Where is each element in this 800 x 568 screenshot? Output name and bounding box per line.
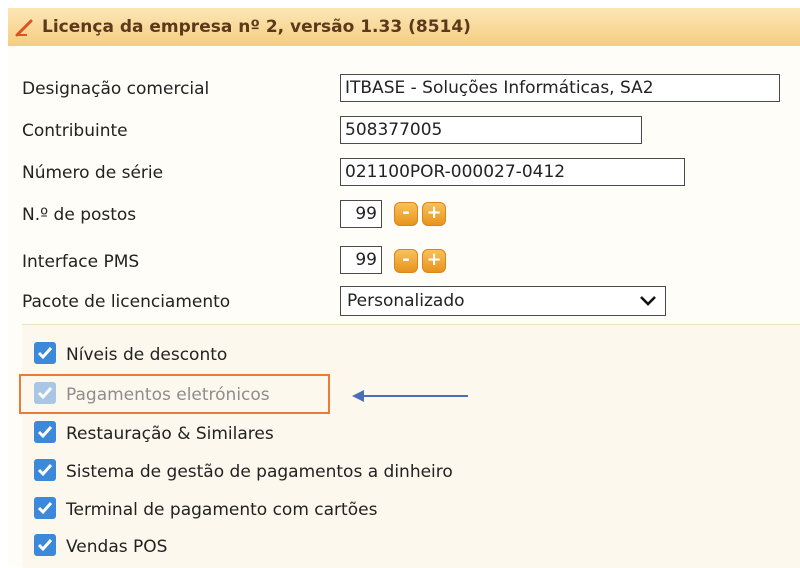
- pms-input[interactable]: 99: [340, 246, 382, 274]
- chevron-down-icon: [640, 296, 656, 306]
- checkbox-checked-icon[interactable]: [34, 459, 56, 481]
- postos-input[interactable]: 99: [340, 200, 382, 228]
- postos-decrement-button[interactable]: -: [394, 202, 418, 226]
- label-postos: N.º de postos: [22, 205, 137, 225]
- module-label: Restauração & Similares: [66, 424, 274, 444]
- module-label: Vendas POS: [66, 537, 168, 557]
- module-label: Níveis de desconto: [66, 345, 228, 365]
- label-designacao: Designação comercial: [22, 79, 210, 99]
- window-titlebar: Licença da empresa nº 2, versão 1.33 (85…: [8, 8, 800, 47]
- contribuinte-input[interactable]: 508377005: [340, 116, 642, 144]
- module-label: Terminal de pagamento com cartões: [66, 500, 378, 520]
- checkbox-checked-icon[interactable]: [34, 421, 56, 443]
- pacote-selected-value: Personalizado: [347, 291, 465, 311]
- label-numero-serie: Número de série: [22, 163, 164, 183]
- window-title: Licença da empresa nº 2, versão 1.33 (85…: [42, 17, 471, 37]
- checkbox-checked-icon[interactable]: [34, 534, 56, 556]
- pms-decrement-button[interactable]: -: [394, 249, 418, 273]
- label-pms: Interface PMS: [22, 252, 140, 272]
- arrow-left-icon: [352, 390, 468, 402]
- numero-serie-input[interactable]: 021100POR-000027-0412: [340, 158, 685, 186]
- checkbox-checked-icon[interactable]: [34, 342, 56, 364]
- highlight-box: [19, 374, 330, 414]
- postos-increment-button[interactable]: +: [422, 202, 446, 226]
- pencil-icon: [15, 19, 33, 37]
- label-pacote: Pacote de licenciamento: [22, 292, 231, 312]
- pacote-select[interactable]: Personalizado: [340, 286, 666, 316]
- pms-increment-button[interactable]: +: [422, 249, 446, 273]
- module-label: Sistema de gestão de pagamentos a dinhei…: [66, 462, 453, 482]
- checkbox-checked-icon[interactable]: [34, 497, 56, 519]
- label-contribuinte: Contribuinte: [22, 121, 128, 141]
- designacao-input[interactable]: ITBASE - Soluções Informáticas, SA2: [340, 74, 780, 102]
